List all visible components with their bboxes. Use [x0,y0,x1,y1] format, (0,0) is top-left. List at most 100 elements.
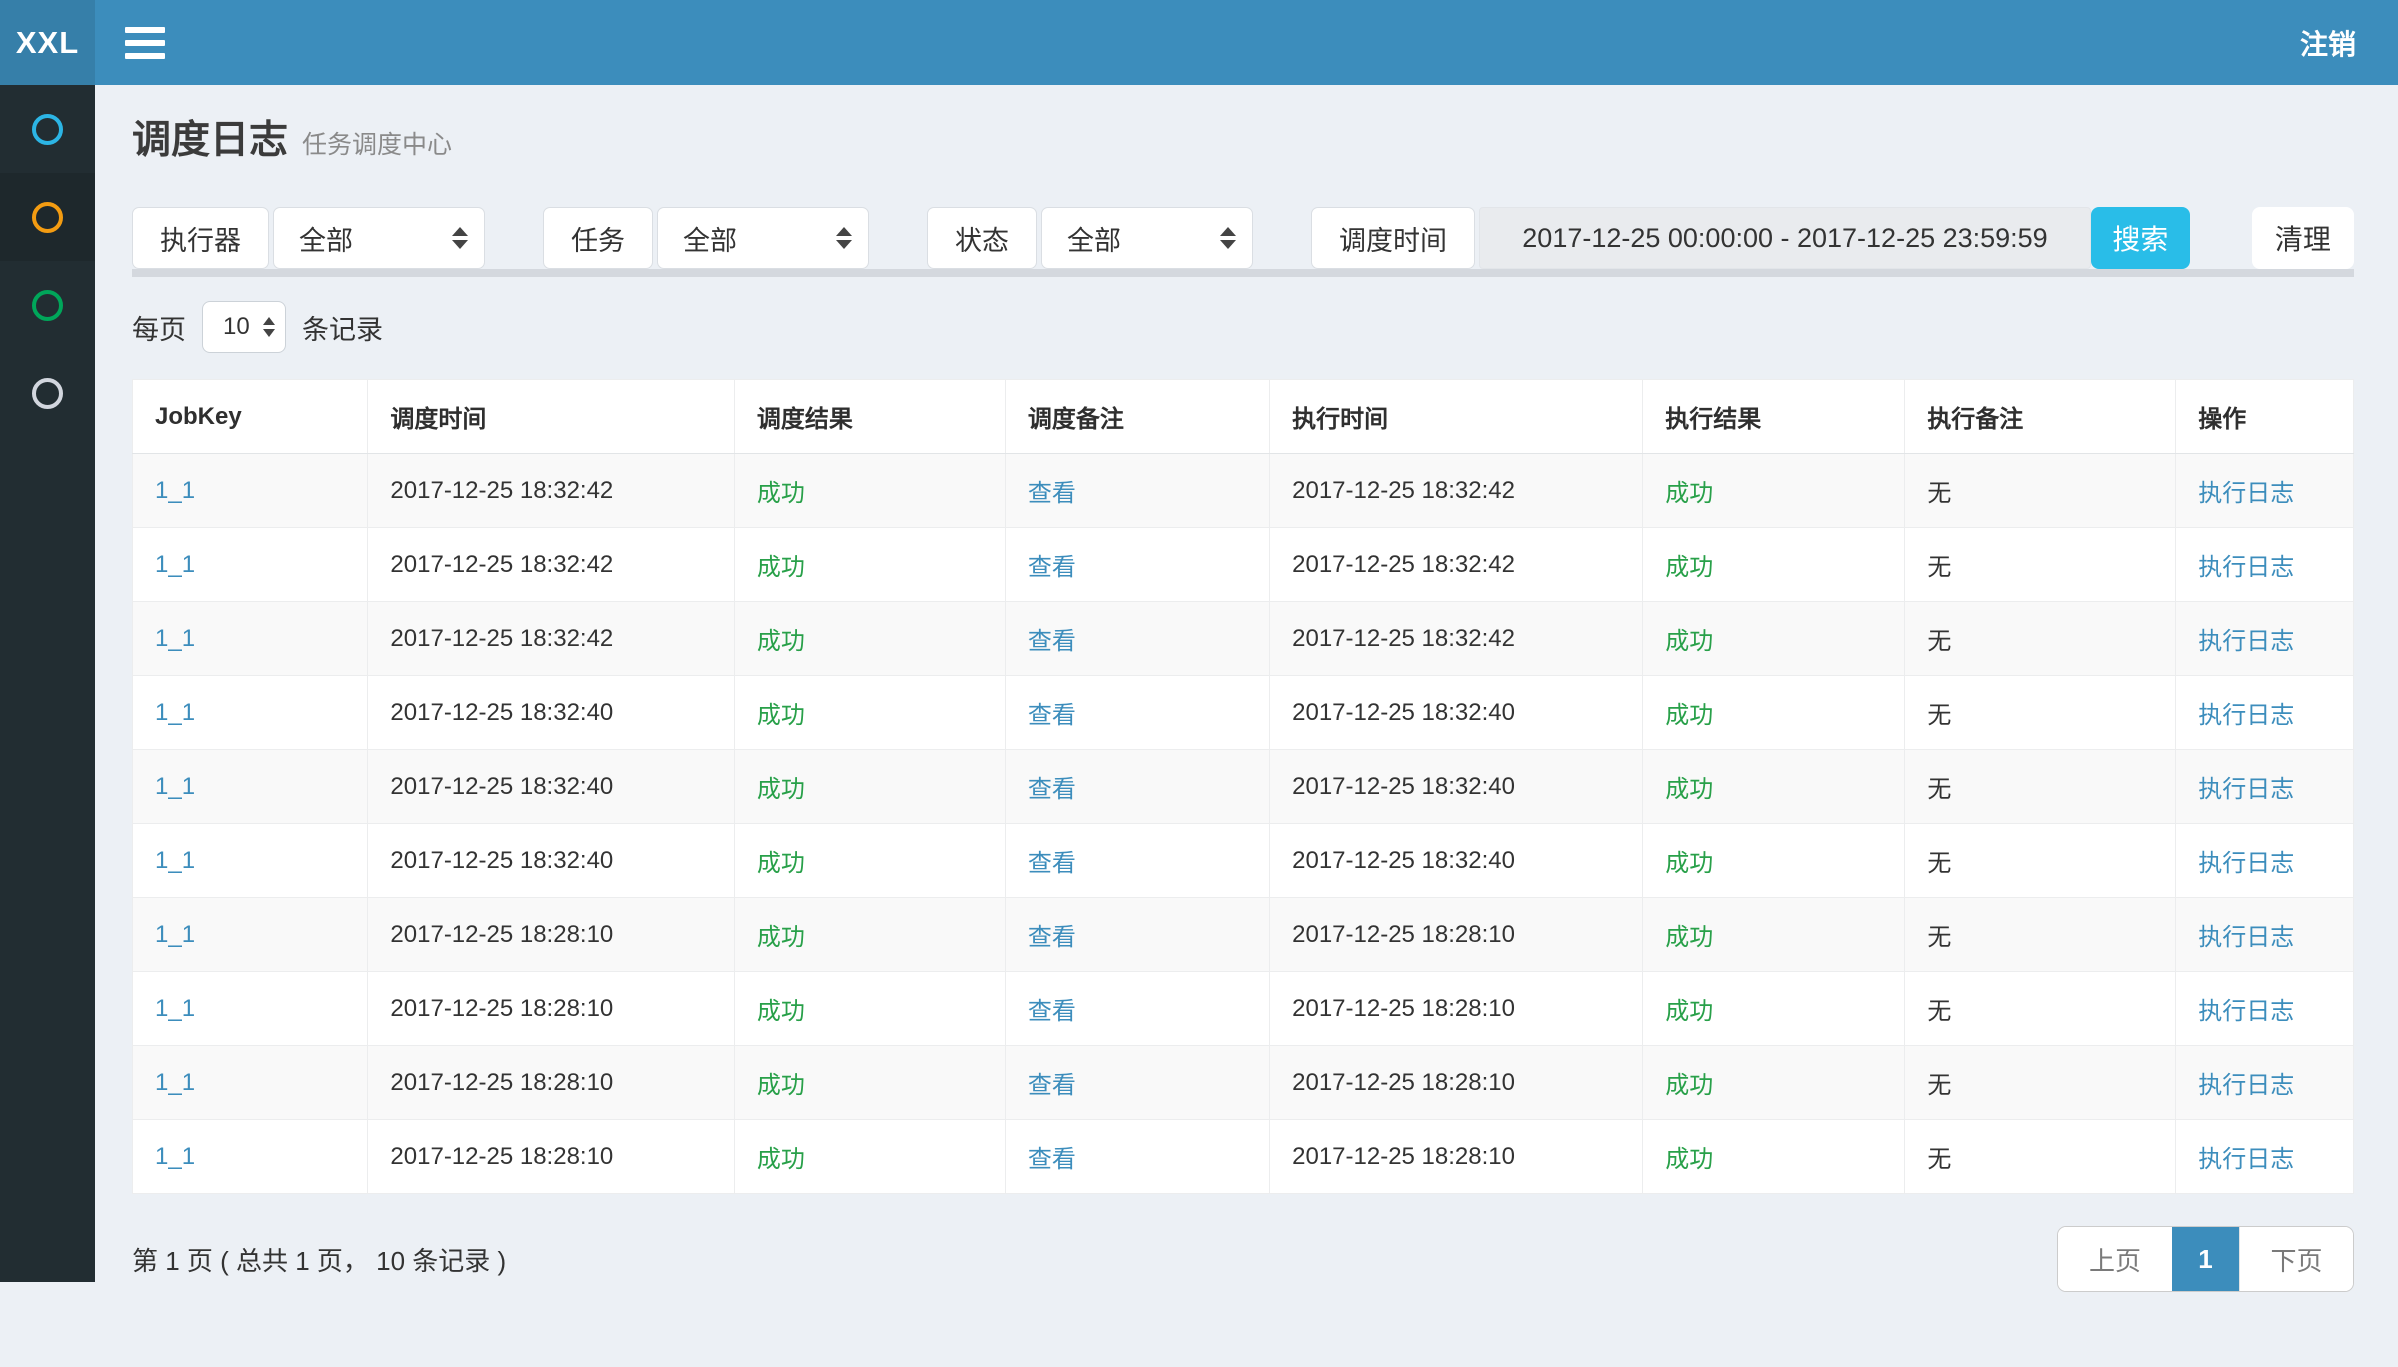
trigger-msg-link[interactable]: 查看 [1028,1072,1076,1099]
jobkey-link[interactable]: 1_1 [155,699,195,726]
trigger-time-cell: 2017-12-25 18:32:40 [368,750,734,824]
prev-page-button[interactable]: 上页 [2058,1227,2172,1291]
trigger-msg-link[interactable]: 查看 [1028,776,1076,803]
execution-log-link[interactable]: 执行日志 [2198,1072,2294,1099]
sidebar-toggle-button[interactable] [95,0,195,85]
jobkey-link[interactable]: 1_1 [155,847,195,874]
log-table: JobKey调度时间调度结果调度备注执行时间执行结果执行备注操作 1_12017… [132,379,2354,1194]
handle-msg-cell: 无 [1905,676,2176,750]
table-row: 1_12017-12-25 18:32:40成功查看2017-12-25 18:… [133,750,2354,824]
handle-result-cell: 成功 [1643,972,1905,1046]
trigger-msg-link[interactable]: 查看 [1028,480,1076,507]
sidebar [0,85,95,1282]
select-stepper-icon [836,227,852,249]
trigger-msg-link-cell: 查看 [1005,750,1269,824]
jobkey-link[interactable]: 1_1 [155,995,195,1022]
page-size-row: 每页 10 条记录 [132,301,2354,353]
job-select[interactable]: 全部 [657,207,869,269]
time-filter-group: 调度时间 2017-12-25 00:00:00 - 2017-12-25 23… [1311,207,2091,269]
search-button[interactable]: 搜索 [2091,207,2190,269]
handle-result-cell: 成功 [1643,454,1905,528]
trigger-result-cell: 成功 [734,824,1005,898]
handle-time-cell: 2017-12-25 18:32:40 [1270,824,1643,898]
trigger-msg-link-cell: 查看 [1005,824,1269,898]
trigger-result-cell: 成功 [734,528,1005,602]
execution-log-link[interactable]: 执行日志 [2198,554,2294,581]
execution-log-link[interactable]: 执行日志 [2198,924,2294,951]
handle-result-cell: 成功 [1643,602,1905,676]
trigger-time-cell: 2017-12-25 18:32:42 [368,454,734,528]
table-row: 1_12017-12-25 18:28:10成功查看2017-12-25 18:… [133,1120,2354,1194]
table-row: 1_12017-12-25 18:32:42成功查看2017-12-25 18:… [133,528,2354,602]
column-header-5: 执行结果 [1643,380,1905,454]
handle-msg-cell: 无 [1905,972,2176,1046]
jobkey-link[interactable]: 1_1 [155,625,195,652]
trigger-msg-link-cell: 查看 [1005,1046,1269,1120]
time-range-input[interactable]: 2017-12-25 00:00:00 - 2017-12-25 23:59:5… [1479,207,2091,269]
trigger-time-cell: 2017-12-25 18:28:10 [368,1046,734,1120]
page-size-select[interactable]: 10 [202,301,286,353]
current-page-button[interactable]: 1 [2172,1227,2239,1291]
executor-filter-group: 执行器 全部 [132,207,485,269]
trigger-result-cell: 成功 [734,454,1005,528]
next-page-button[interactable]: 下页 [2239,1227,2353,1291]
execution-log-link-cell: 执行日志 [2176,972,2354,1046]
trigger-time-cell: 2017-12-25 18:32:40 [368,824,734,898]
status-filter-group: 状态 全部 [927,207,1253,269]
executor-select-value: 全部 [299,219,353,258]
page-title: 调度日志 [132,111,288,171]
trigger-msg-link[interactable]: 查看 [1028,702,1076,729]
execution-log-link[interactable]: 执行日志 [2198,776,2294,803]
trigger-msg-link[interactable]: 查看 [1028,850,1076,877]
trigger-msg-link-cell: 查看 [1005,1120,1269,1194]
handle-msg-cell: 无 [1905,898,2176,972]
trigger-time-cell: 2017-12-25 18:32:40 [368,676,734,750]
jobkey-link[interactable]: 1_1 [155,477,195,504]
sidebar-item-executor[interactable] [0,349,95,437]
logout-link[interactable]: 注销 [2300,0,2398,85]
trigger-msg-link[interactable]: 查看 [1028,628,1076,655]
execution-log-link[interactable]: 执行日志 [2198,1146,2294,1173]
handle-time-cell: 2017-12-25 18:32:42 [1270,528,1643,602]
jobkey-link-cell: 1_1 [133,528,368,602]
execution-log-link[interactable]: 执行日志 [2198,702,2294,729]
execution-log-link[interactable]: 执行日志 [2198,850,2294,877]
execution-log-link-cell: 执行日志 [2176,824,2354,898]
filter-toolbar: 执行器 全部 任务 全部 状态 全部 调度时间 2017-12-25 00:00… [132,207,2354,269]
execution-log-link-cell: 执行日志 [2176,898,2354,972]
execution-log-link[interactable]: 执行日志 [2198,480,2294,507]
hamburger-icon [125,53,165,59]
clear-button[interactable]: 清理 [2252,207,2354,269]
jobkey-link-cell: 1_1 [133,824,368,898]
job-filter-group: 任务 全部 [543,207,869,269]
trigger-msg-link[interactable]: 查看 [1028,924,1076,951]
jobkey-link[interactable]: 1_1 [155,551,195,578]
jobkey-link-cell: 1_1 [133,676,368,750]
handle-msg-cell: 无 [1905,602,2176,676]
status-select[interactable]: 全部 [1041,207,1253,269]
jobkey-link-cell: 1_1 [133,898,368,972]
trigger-msg-link[interactable]: 查看 [1028,1146,1076,1173]
page-subtitle: 任务调度中心 [302,125,452,161]
top-navbar: XXL 注销 [0,0,2398,85]
trigger-time-cell: 2017-12-25 18:28:10 [368,1120,734,1194]
trigger-msg-link-cell: 查看 [1005,454,1269,528]
jobkey-link[interactable]: 1_1 [155,1069,195,1096]
jobkey-link[interactable]: 1_1 [155,773,195,800]
execution-log-link[interactable]: 执行日志 [2198,998,2294,1025]
jobkey-link[interactable]: 1_1 [155,1143,195,1170]
job-filter-label: 任务 [543,207,653,269]
trigger-result-cell: 成功 [734,1120,1005,1194]
trigger-msg-link[interactable]: 查看 [1028,998,1076,1025]
job-select-value: 全部 [683,219,737,258]
execution-log-link[interactable]: 执行日志 [2198,628,2294,655]
sidebar-item-job-log[interactable] [0,173,95,261]
sidebar-item-job-manage[interactable] [0,261,95,349]
jobkey-link[interactable]: 1_1 [155,921,195,948]
sidebar-item-dashboard[interactable] [0,85,95,173]
table-row: 1_12017-12-25 18:28:10成功查看2017-12-25 18:… [133,1046,2354,1120]
table-row: 1_12017-12-25 18:32:40成功查看2017-12-25 18:… [133,824,2354,898]
executor-select[interactable]: 全部 [273,207,485,269]
trigger-msg-link[interactable]: 查看 [1028,554,1076,581]
trigger-result-cell: 成功 [734,750,1005,824]
